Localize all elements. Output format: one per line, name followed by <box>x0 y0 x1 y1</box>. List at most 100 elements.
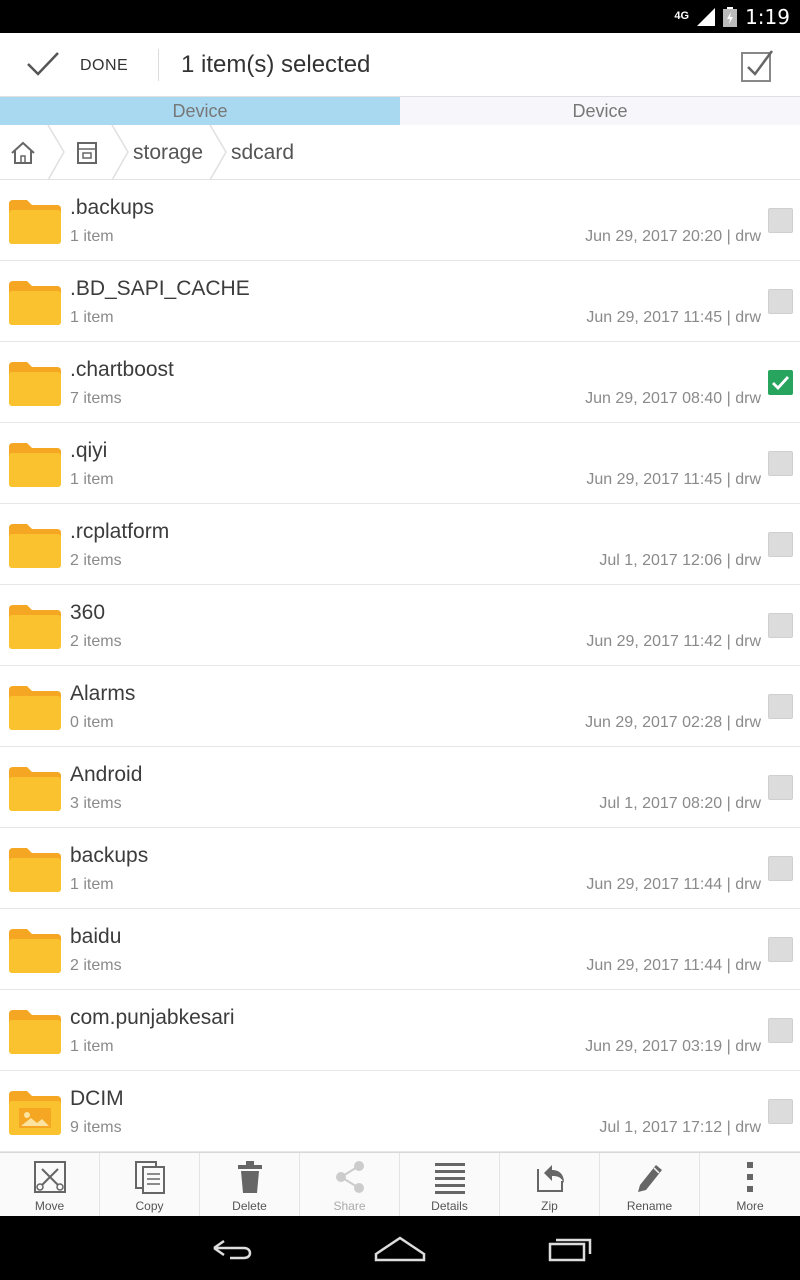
item-count: 1 item <box>70 228 114 245</box>
file-row[interactable]: .chartboost 7 items Jun 29, 2017 08:40 | d… <box>0 342 800 423</box>
toolbar-label: Share <box>333 1199 366 1213</box>
row-checkbox[interactable] <box>768 208 793 233</box>
home-nav-icon[interactable] <box>370 1230 430 1266</box>
device-storage-icon <box>77 141 97 164</box>
signal-icon <box>697 7 716 26</box>
file-name: DCIM <box>70 1087 124 1110</box>
file-meta: Jun 29, 2017 02:28 | drw <box>585 714 761 731</box>
folder-icon <box>9 686 61 730</box>
file-name: Alarms <box>70 682 136 705</box>
network-type: 4G <box>674 10 690 22</box>
item-count: 2 items <box>70 633 122 650</box>
back-icon[interactable] <box>200 1230 260 1266</box>
row-checkbox[interactable] <box>768 775 793 800</box>
file-name: com.punjabkesari <box>70 1006 235 1029</box>
battery-icon <box>723 6 738 27</box>
chevron-right-icon <box>209 125 227 180</box>
file-row[interactable]: .qiyi 1 item Jun 29, 2017 11:45 | drw <box>0 423 800 504</box>
done-label: DONE <box>80 57 129 74</box>
breadcrumb-storage[interactable]: storage <box>133 125 203 180</box>
file-meta: Jul 1, 2017 08:20 | drw <box>599 795 761 812</box>
file-meta: Jun 29, 2017 08:40 | drw <box>585 390 761 407</box>
toolbar-label: Move <box>34 1199 65 1213</box>
row-checkbox[interactable] <box>768 370 793 395</box>
recents-icon[interactable] <box>540 1230 600 1266</box>
file-meta: Jun 29, 2017 11:45 | drw <box>586 309 761 326</box>
toolbar-label: Details <box>431 1199 468 1213</box>
toolbar-label: More <box>736 1199 764 1213</box>
file-row[interactable]: baidu 2 items Jun 29, 2017 11:44 | drw <box>0 909 800 990</box>
move-button[interactable]: Move <box>0 1153 100 1217</box>
row-checkbox[interactable] <box>768 451 793 476</box>
file-meta: Jul 1, 2017 17:12 | drw <box>599 1119 761 1136</box>
toolbar-label: Zip <box>541 1199 558 1213</box>
selection-action-bar: DONE 1 item(s) selected <box>0 33 800 97</box>
zip-icon <box>536 1165 564 1192</box>
breadcrumb-label: storage <box>133 140 204 164</box>
details-button[interactable]: Details <box>400 1153 500 1217</box>
folder-icon <box>9 848 61 892</box>
select-all-icon[interactable] <box>738 47 776 85</box>
file-row[interactable]: com.punjabkesari 1 item Jun 29, 2017 03:19… <box>0 990 800 1071</box>
copy-icon <box>134 1161 165 1194</box>
file-row[interactable]: .rcplatform 2 items Jul 1, 2017 12:06 | dr… <box>0 504 800 585</box>
done-button[interactable]: DONE <box>0 33 158 97</box>
breadcrumb-device[interactable] <box>76 125 98 180</box>
more-button[interactable]: More <box>700 1153 800 1217</box>
folder-icon <box>9 443 61 487</box>
row-checkbox[interactable] <box>768 937 793 962</box>
file-name: Android <box>70 763 143 786</box>
row-checkbox[interactable] <box>768 1018 793 1043</box>
file-meta: Jun 29, 2017 20:20 | drw <box>585 228 761 245</box>
row-checkbox[interactable] <box>768 613 793 638</box>
folder-icon <box>9 1010 61 1054</box>
row-checkbox[interactable] <box>768 1099 793 1124</box>
file-row[interactable]: backups 1 item Jun 29, 2017 11:44 | drw <box>0 828 800 909</box>
system-nav-bar <box>0 1216 800 1280</box>
file-name: .rcplatform <box>70 520 170 543</box>
row-checkbox[interactable] <box>768 856 793 881</box>
file-row[interactable]: DCIM 9 items Jul 1, 2017 17:12 | drw <box>0 1071 800 1152</box>
selection-title: 1 item(s) selected <box>181 51 371 78</box>
folder-icon <box>9 524 61 568</box>
clock: 1:19 <box>745 4 790 29</box>
file-row[interactable]: Alarms 0 item Jun 29, 2017 02:28 | drw <box>0 666 800 747</box>
file-row[interactable]: .BD_SAPI_CACHE 1 item Jun 29, 2017 11:45 |… <box>0 261 800 342</box>
rename-button[interactable]: Rename <box>600 1153 700 1217</box>
breadcrumb: storage sdcard <box>0 125 800 180</box>
toolbar-label: Rename <box>626 1199 673 1213</box>
breadcrumb-home[interactable] <box>10 125 36 180</box>
divider <box>158 49 159 81</box>
item-count: 2 items <box>70 552 122 569</box>
item-count: 7 items <box>70 390 122 407</box>
zip-button[interactable]: Zip <box>500 1153 600 1217</box>
file-row[interactable]: Android 3 items Jul 1, 2017 08:20 | drw <box>0 747 800 828</box>
file-meta: Jun 29, 2017 03:19 | drw <box>585 1038 761 1055</box>
image-folder-icon <box>9 1091 61 1135</box>
more-icon <box>747 1162 753 1192</box>
file-row[interactable]: 360 2 items Jun 29, 2017 11:42 | drw <box>0 585 800 666</box>
home-icon <box>11 141 35 164</box>
folder-icon <box>9 929 61 973</box>
folder-icon <box>9 767 61 811</box>
file-name: .qiyi <box>70 439 108 462</box>
folder-icon <box>9 362 61 406</box>
delete-button[interactable]: Delete <box>200 1153 300 1217</box>
breadcrumb-sdcard[interactable]: sdcard <box>231 125 294 180</box>
row-checkbox[interactable] <box>768 532 793 557</box>
chevron-right-icon <box>111 125 129 180</box>
file-row[interactable]: .backups 1 item Jun 29, 2017 20:20 | drw <box>0 180 800 261</box>
move-icon <box>33 1161 66 1193</box>
item-count: 2 items <box>70 957 122 974</box>
details-icon <box>434 1163 465 1194</box>
breadcrumb-label: sdcard <box>231 140 295 164</box>
tab-device-1[interactable]: Device <box>0 97 400 125</box>
copy-button[interactable]: Copy <box>100 1153 200 1217</box>
row-checkbox[interactable] <box>768 289 793 314</box>
file-name: 360 <box>70 601 106 624</box>
share-button[interactable]: Share <box>300 1153 400 1217</box>
rename-icon <box>637 1165 662 1192</box>
delete-icon <box>237 1161 262 1193</box>
row-checkbox[interactable] <box>768 694 793 719</box>
tab-device-2[interactable]: Device <box>400 97 800 125</box>
